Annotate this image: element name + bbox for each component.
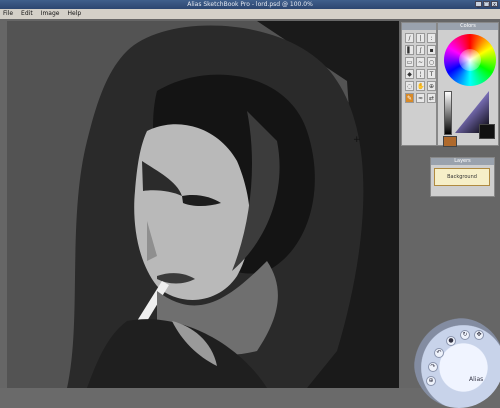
painting [7,21,399,388]
menu-bar: File Edit Image Help [0,9,500,19]
layers-title: Layers [431,158,494,165]
hand-icon[interactable]: ✋ [416,81,425,91]
text-icon[interactable]: T [427,69,436,79]
undo-icon[interactable]: ↶ [434,348,444,358]
value-slider[interactable] [444,91,452,135]
crosshair-cursor-icon: + [353,135,361,145]
window-controls: _ □ x [475,1,498,8]
color-palette: Colors [437,22,499,147]
zoom-icon[interactable]: ⊕ [426,376,436,386]
brush-size-icon[interactable]: ● [446,336,456,346]
eraser-icon[interactable]: ▭ [405,57,414,67]
pan-icon[interactable]: ✥ [474,330,484,340]
tool-grid: / | : ▌ ∫ ▪ ▭ ~ ○ ◆ ¦ T ◌ ✋ ⊕ ✎ ≈ ⇄ [402,30,436,106]
paint-icon[interactable]: ▪ [427,45,436,55]
marker-icon[interactable]: ▌ [405,45,414,55]
lasso-icon[interactable]: ◌ [405,81,414,91]
blend-icon[interactable]: ≈ [416,93,425,103]
rotate-icon[interactable]: ↻ [460,330,470,340]
menu-edit[interactable]: Edit [21,9,33,19]
layers-palette: Layers Background [430,157,495,197]
pencil-icon[interactable]: | [416,33,425,43]
primary-color-swatch[interactable] [443,136,457,147]
menu-help[interactable]: Help [67,9,81,19]
title-bar: Alias SketchBook Pro - lord.psd @ 100.0%… [0,0,500,9]
menu-image[interactable]: Image [41,9,60,19]
redo-icon[interactable]: ↷ [428,362,438,372]
blur-icon[interactable]: ○ [427,57,436,67]
alias-logo: Alias [469,376,484,383]
drawing-canvas[interactable]: + [7,21,399,388]
toolbox-palette: / | : ▌ ∫ ▪ ▭ ~ ○ ◆ ¦ T ◌ ✋ ⊕ ✎ ≈ ⇄ [401,22,437,146]
flip-icon[interactable]: ⇄ [427,93,436,103]
airbrush-icon[interactable]: : [427,33,436,43]
menu-file[interactable]: File [3,9,13,19]
brush-icon[interactable]: ∫ [416,45,425,55]
zoom-icon[interactable]: ⊕ [427,81,436,91]
maximize-button[interactable]: □ [483,1,490,8]
color-wheel[interactable] [444,34,496,86]
minimize-button[interactable]: _ [475,1,482,8]
colors-title: Colors [438,23,498,30]
layer-thumbnail[interactable]: Background [434,168,490,186]
toolbox-title [402,23,436,30]
smudge-icon[interactable]: ~ [416,57,425,67]
fill-icon[interactable]: ◆ [405,69,414,79]
dropper-icon[interactable]: ¦ [416,69,425,79]
window-title: Alias SketchBook Pro - lord.psd @ 100.0% [187,1,313,8]
close-button[interactable]: x [491,1,498,8]
pen-icon[interactable]: / [405,33,414,43]
secondary-color-swatch[interactable] [479,124,495,139]
pick-icon[interactable]: ✎ [405,93,414,103]
lagoon-menu: ↶ ↷ ● ↻ ✥ ⊕ Alias [414,318,500,408]
